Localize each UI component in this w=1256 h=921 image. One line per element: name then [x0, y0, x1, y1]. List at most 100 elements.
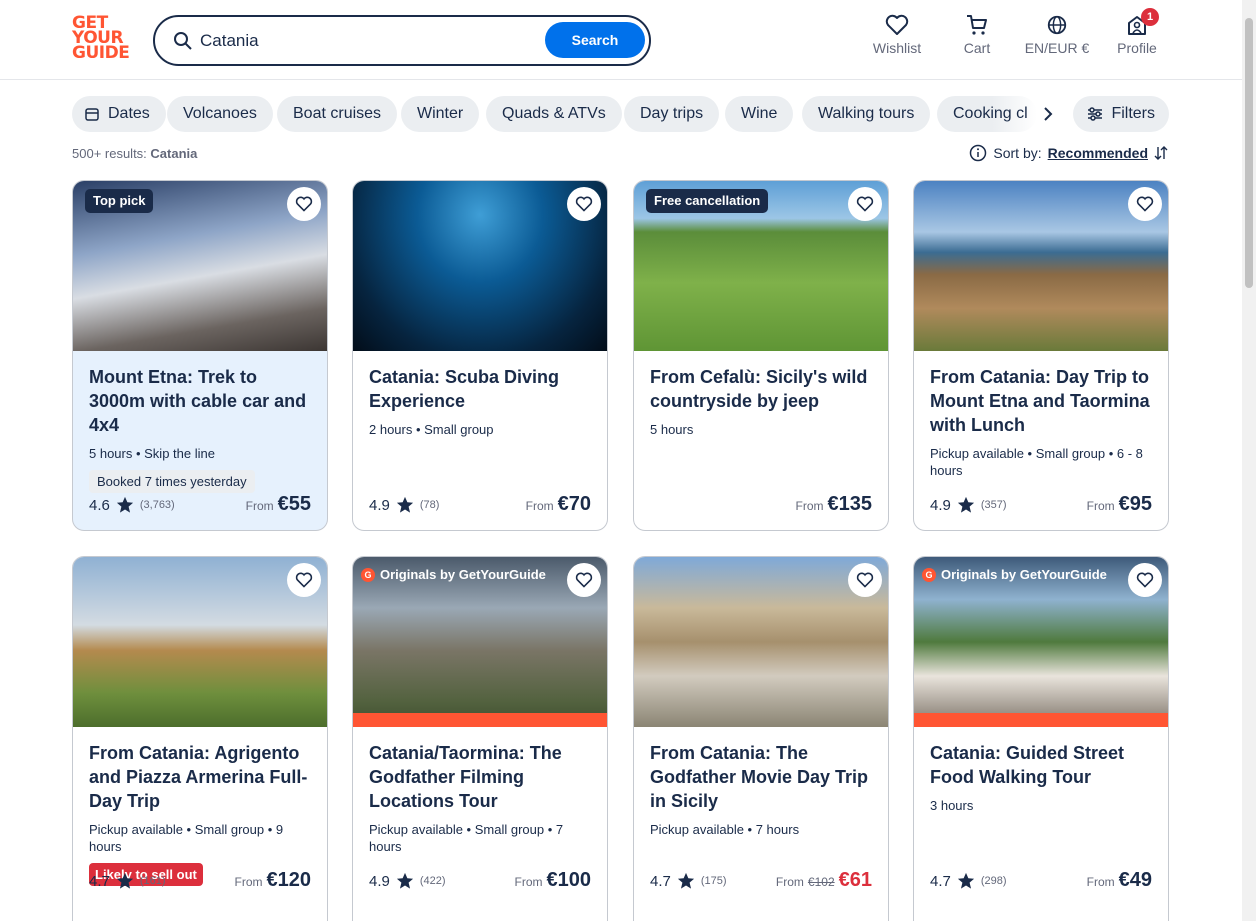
activity-meta: 5 hours [650, 422, 694, 437]
sliders-icon [1088, 107, 1103, 121]
activity-title[interactable]: From Catania: Agrigento and Piazza Armer… [89, 741, 311, 813]
info-icon[interactable] [969, 144, 987, 162]
wishlist-heart-button[interactable] [567, 563, 601, 597]
activity-card[interactable]: Top pick Mount Etna: Trek to 3000m with … [72, 180, 328, 531]
price: From €49 [1086, 869, 1152, 891]
search-input[interactable] [200, 28, 540, 54]
activity-title[interactable]: From Cefalù: Sicily's wild countryside b… [650, 365, 872, 413]
price-value: €49 [1118, 869, 1152, 891]
filter-chips: Dates Volcanoes Boat cruises Winter Quad… [72, 96, 1169, 132]
wishlist-heart-button[interactable] [848, 187, 882, 221]
rating-value: 4.9 [369, 496, 390, 514]
results-count: 500+ results: Catania [72, 146, 198, 161]
activity-card[interactable]: G Originals by GetYourGuide Catania/Taorm… [352, 556, 608, 921]
activity-card[interactable]: G Originals by GetYourGuide Catania: Guid… [913, 556, 1169, 921]
wishlist-heart-button[interactable] [1128, 563, 1162, 597]
header: GET YOUR GUIDE Search Wishlist Cart EN/E… [0, 0, 1256, 80]
chip-quads-atvs[interactable]: Quads & ATVs [486, 96, 622, 132]
price: From €135 [795, 493, 873, 515]
rating-value: 4.7 [89, 872, 110, 890]
globe-icon [1047, 15, 1067, 35]
results-query: Catania [150, 146, 198, 161]
search-icon [174, 32, 192, 50]
language-label: EN/EUR € [1024, 40, 1090, 56]
rating-value: 4.7 [650, 872, 671, 890]
profile-nav[interactable]: 1 Profile [1116, 8, 1159, 56]
cart-label: Cart [963, 40, 991, 56]
chip-boat-cruises[interactable]: Boat cruises [277, 96, 398, 132]
search-button[interactable]: Search [545, 22, 645, 58]
activity-card[interactable]: From Catania: Day Trip to Mount Etna and… [913, 180, 1169, 531]
scrollbar[interactable] [1242, 0, 1256, 921]
wishlist-heart-button[interactable] [1128, 187, 1162, 221]
wishlist-heart-button[interactable] [287, 187, 321, 221]
heart-icon [856, 572, 874, 588]
heart-icon [885, 14, 909, 35]
rating: 4.9 (422) [369, 872, 446, 890]
price: From €55 [245, 493, 311, 515]
chip-winter[interactable]: Winter [401, 96, 480, 132]
activity-title[interactable]: From Catania: Day Trip to Mount Etna and… [930, 365, 1152, 437]
activity-meta: Pickup available • Small group • 7 hours [369, 822, 564, 854]
logo-line-3: GUIDE [72, 43, 130, 63]
activity-image: G Originals by GetYourGuide [914, 557, 1168, 727]
activity-meta: Pickup available • Small group • 9 hours [89, 822, 284, 854]
star-icon [677, 872, 694, 889]
price-value: €120 [266, 869, 312, 891]
chevron-right-icon[interactable] [1040, 104, 1056, 124]
getyourguide-logo[interactable]: GET YOUR GUIDE [72, 15, 130, 64]
price-value: €70 [557, 493, 591, 515]
sort-value[interactable]: Recommended [1048, 145, 1148, 161]
chip-day-trips[interactable]: Day trips [624, 96, 720, 132]
chip-walking-tours[interactable]: Walking tours [802, 96, 931, 132]
price: From €70 [525, 493, 591, 515]
wishlist-heart-button[interactable] [848, 563, 882, 597]
notification-badge: 1 [1141, 8, 1159, 26]
originals-badge: G Originals by GetYourGuide [361, 567, 546, 582]
calendar-icon [85, 108, 99, 121]
activity-image [634, 557, 888, 727]
price-value: €95 [1118, 493, 1152, 515]
cart-nav[interactable]: Cart [958, 14, 996, 56]
price: From €120 [234, 869, 312, 891]
activity-meta: Pickup available • Small group • 6 - 8 h… [930, 446, 1143, 478]
sort-arrows-icon [1154, 146, 1168, 160]
chip-label: Winter [417, 105, 464, 122]
rating: 4.7 (161) [89, 872, 166, 890]
free-cancellation-badge: Free cancellation [646, 189, 769, 213]
originals-badge: G Originals by GetYourGuide [922, 567, 1107, 582]
profile-label: Profile [1117, 40, 1157, 56]
language-currency-nav[interactable]: EN/EUR € [1022, 14, 1092, 56]
wishlist-heart-button[interactable] [287, 563, 321, 597]
activity-card[interactable]: Catania: Scuba Diving Experience 2 hours… [352, 180, 608, 531]
price-value: €61 [838, 869, 872, 891]
star-icon [116, 496, 133, 513]
activity-card[interactable]: From Catania: Agrigento and Piazza Armer… [72, 556, 328, 921]
activity-title[interactable]: Catania: Scuba Diving Experience [369, 365, 591, 413]
activity-title[interactable]: From Catania: The Godfather Movie Day Tr… [650, 741, 872, 813]
heart-icon [575, 572, 593, 588]
chip-volcanoes[interactable]: Volcanoes [167, 96, 273, 132]
wishlist-nav[interactable]: Wishlist [870, 14, 924, 56]
filters-button[interactable]: Filters [1073, 96, 1169, 132]
wishlist-heart-button[interactable] [567, 187, 601, 221]
activity-card[interactable]: Free cancellation From Cefalù: Sicily's … [633, 180, 889, 531]
activity-title[interactable]: Catania/Taormina: The Godfather Filming … [369, 741, 591, 813]
rating-value: 4.9 [369, 872, 390, 890]
chip-label: Boat cruises [293, 105, 382, 122]
heart-icon [856, 196, 874, 212]
heart-icon [295, 196, 313, 212]
chip-cooking[interactable]: Cooking cl [937, 96, 1037, 132]
scrollbar-thumb[interactable] [1245, 18, 1253, 288]
activity-image [73, 557, 327, 727]
price: From €102 €61 [775, 869, 872, 891]
activity-title[interactable]: Catania: Guided Street Food Walking Tour [930, 741, 1152, 789]
chip-label: Cooking cl [953, 105, 1028, 122]
activity-card[interactable]: From Catania: The Godfather Movie Day Tr… [633, 556, 889, 921]
chip-wine[interactable]: Wine [725, 96, 794, 132]
activity-image [914, 181, 1168, 351]
sort-control[interactable]: Sort by: Recommended [969, 144, 1168, 162]
activity-title[interactable]: Mount Etna: Trek to 3000m with cable car… [89, 365, 311, 437]
chip-dates[interactable]: Dates [72, 96, 166, 132]
review-count: (161) [139, 875, 166, 887]
